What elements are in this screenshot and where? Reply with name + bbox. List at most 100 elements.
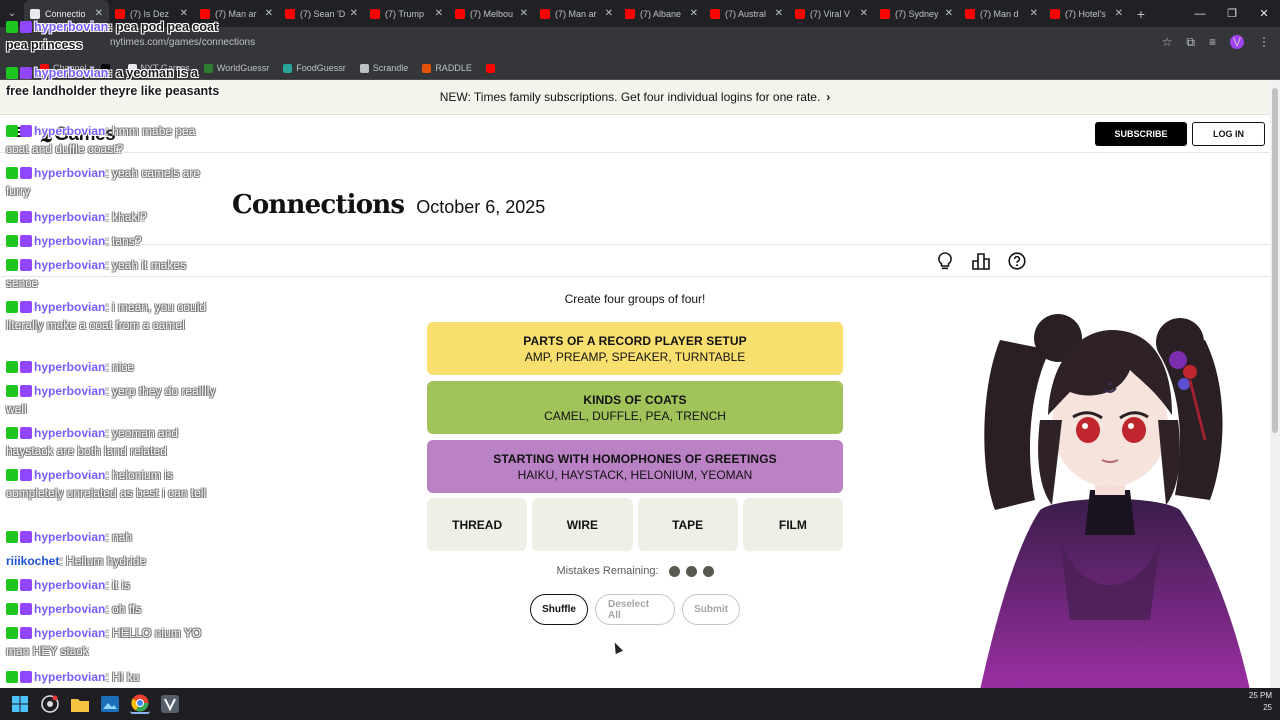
- help-question-icon[interactable]: [1006, 250, 1028, 272]
- submit-button[interactable]: Submit: [682, 594, 740, 625]
- leaderboard-icon[interactable]: [970, 250, 992, 272]
- puzzle-date: October 6, 2025: [416, 197, 546, 217]
- twitch-badge-icon: [20, 259, 32, 271]
- twitch-badge-icon: [20, 671, 32, 683]
- mistakes-label: Mistakes Remaining:: [556, 565, 659, 577]
- chat-text: oh ffs: [112, 602, 142, 616]
- bookmark-item[interactable]: RADDLE: [422, 63, 472, 73]
- word-tile[interactable]: FILM: [742, 498, 843, 551]
- twitch-badge-icon: [20, 627, 32, 639]
- close-tab-icon[interactable]: ✕: [860, 8, 868, 19]
- food-icon: [283, 63, 293, 73]
- login-button[interactable]: LOG IN: [1192, 122, 1265, 146]
- close-tab-icon[interactable]: ✕: [520, 8, 528, 19]
- chat-text: nah: [112, 530, 133, 544]
- chat-message: hyperbovian: oh ffs: [6, 600, 221, 618]
- moderator-badge-icon: [6, 67, 18, 79]
- moderator-badge-icon: [6, 301, 18, 313]
- close-tab-icon[interactable]: ✕: [435, 8, 443, 19]
- chat-text: khaki?: [112, 210, 147, 224]
- browser-tab[interactable]: (7) Trump ✕: [364, 0, 449, 27]
- bookmark-item[interactable]: FoodGuessr: [283, 63, 346, 73]
- tab-title: (7) Man ar: [215, 8, 257, 19]
- word-tile[interactable]: WIRE: [532, 498, 633, 551]
- chat-text: Hi ku: [112, 670, 140, 684]
- browser-tab[interactable]: (7) Viral V ✕: [789, 0, 874, 27]
- chevron-right-icon: ›: [826, 90, 831, 104]
- lightbulb-hint-icon[interactable]: [934, 250, 956, 272]
- mistake-dots: [659, 565, 714, 577]
- vtube-studio-icon[interactable]: [160, 694, 180, 714]
- chrome-icon[interactable]: [130, 694, 150, 714]
- word-tile[interactable]: TAPE: [637, 498, 738, 551]
- promo-text: NEW: Times family subscriptions. Get fou…: [439, 90, 821, 104]
- chat-username: hyperbovian: [34, 602, 106, 616]
- twitch-badge-icon: [20, 603, 32, 615]
- chat-username: hyperbovian: [34, 384, 106, 398]
- tab-title: (7) Sean 'D: [300, 8, 346, 19]
- windows-taskbar: [0, 688, 1280, 720]
- bookmark-label: WorldGuessr: [216, 63, 270, 73]
- stream-chat-overlay: hyperbovian: pea pod pea coat pea prince…: [6, 18, 221, 688]
- file-explorer-icon[interactable]: [70, 694, 90, 714]
- chat-separator: :: [108, 20, 116, 34]
- scrollbar-thumb[interactable]: [1272, 88, 1278, 433]
- browser-tab[interactable]: (7) Albane ✕: [619, 0, 704, 27]
- twitch-badge-icon: [20, 125, 32, 137]
- minimize-icon[interactable]: —: [1184, 0, 1216, 27]
- maximize-icon[interactable]: ❐: [1216, 0, 1248, 27]
- clock-time: 25 PM: [1248, 691, 1272, 700]
- shuffle-button[interactable]: Shuffle: [530, 594, 588, 625]
- tab-title: (7) Is Dez: [130, 8, 170, 19]
- bookmark-item[interactable]: [485, 63, 499, 73]
- solved-group-green: KINDS OF COATS CAMEL, DUFFLE, PEA, TRENC…: [427, 381, 843, 434]
- twitch-badge-icon: [20, 469, 32, 481]
- chat-username: hyperbovian: [34, 300, 106, 314]
- close-tab-icon[interactable]: ✕: [1115, 8, 1123, 19]
- close-tab-icon[interactable]: ✕: [605, 8, 613, 19]
- browser-menu-icon[interactable]: ⋮: [1258, 35, 1270, 49]
- word-tile[interactable]: THREAD: [427, 498, 528, 551]
- solved-group-yellow: PARTS OF A RECORD PLAYER SETUP AMP, PREA…: [427, 322, 843, 375]
- browser-tab[interactable]: (7) Man ar ✕: [534, 0, 619, 27]
- deselect-all-button[interactable]: Deselect All: [595, 594, 675, 625]
- browser-tab[interactable]: (7) Austral ✕: [704, 0, 789, 27]
- system-clock[interactable]: 25 PM 25: [1249, 690, 1272, 714]
- twitch-badge-icon: [20, 21, 32, 33]
- close-tab-icon[interactable]: ✕: [775, 8, 783, 19]
- close-window-icon[interactable]: ✕: [1248, 0, 1280, 27]
- subscribe-button[interactable]: SUBSCRIBE: [1095, 122, 1187, 146]
- moderator-badge-icon: [6, 427, 18, 439]
- close-tab-icon[interactable]: ✕: [265, 8, 273, 19]
- moderator-badge-icon: [6, 259, 18, 271]
- close-tab-icon[interactable]: ✕: [690, 8, 698, 19]
- browser-tab[interactable]: (7) Sean 'D ✕: [279, 0, 364, 27]
- browser-tab[interactable]: (7) Hotel's ✕: [1044, 0, 1129, 27]
- close-tab-icon[interactable]: ✕: [350, 8, 358, 19]
- youtube-icon: [455, 8, 465, 19]
- moderator-badge-icon: [6, 579, 18, 591]
- photos-icon[interactable]: [100, 694, 120, 714]
- obs-icon[interactable]: [40, 694, 60, 714]
- chat-username: hyperbovian: [34, 626, 106, 640]
- youtube-icon: [1050, 8, 1060, 19]
- close-tab-icon[interactable]: ✕: [1030, 8, 1038, 19]
- extensions-icon[interactable]: ⧉: [1186, 35, 1195, 50]
- windows-start-icon[interactable]: [10, 694, 30, 714]
- bookmark-item[interactable]: Scrandle: [359, 63, 408, 73]
- browser-tab[interactable]: (7) Melbou ✕: [449, 0, 534, 27]
- bookmark-star-icon[interactable]: ☆: [1162, 35, 1173, 49]
- chat-username: hyperbovian: [34, 210, 106, 224]
- twitch-badge-icon: [20, 235, 32, 247]
- profile-avatar[interactable]: V: [1230, 35, 1244, 49]
- moderator-badge-icon: [6, 167, 18, 179]
- media-controls-icon[interactable]: ≡: [1209, 35, 1216, 49]
- new-tab-button[interactable]: +: [1129, 6, 1153, 22]
- chat-message: riiikochet: Helium hydride: [6, 552, 221, 570]
- browser-tab[interactable]: (7) Sydney ✕: [874, 0, 959, 27]
- chat-message: hyperbovian: hmm mabe pea coat and duffl…: [6, 122, 221, 158]
- close-tab-icon[interactable]: ✕: [945, 8, 953, 19]
- youtube-icon: [115, 8, 125, 19]
- browser-tab[interactable]: (7) Man d ✕: [959, 0, 1044, 27]
- youtube-icon: [200, 8, 210, 19]
